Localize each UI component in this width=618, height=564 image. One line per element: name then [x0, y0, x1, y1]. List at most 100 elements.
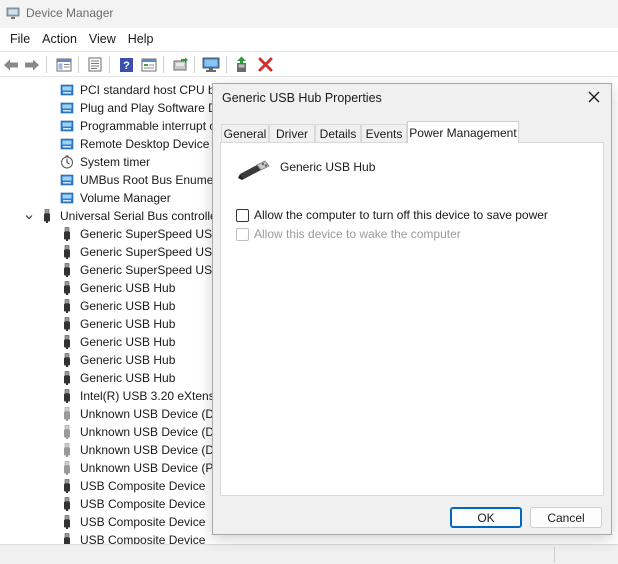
status-bar-divider [554, 547, 555, 563]
usb-hub-icon [238, 160, 270, 180]
tree-row-label: USB Composite Device [80, 515, 206, 529]
device-manager-icon [6, 7, 20, 19]
usb-plug-icon [60, 353, 74, 367]
tree-row-label: Unknown USB Device (De [80, 443, 221, 457]
window-title: Device Manager [26, 6, 114, 20]
allow-power-off-label[interactable]: Allow the computer to turn off this devi… [254, 208, 548, 222]
tree-row-label: Unknown USB Device (Po [80, 461, 221, 475]
menu-action[interactable]: Action [36, 30, 83, 48]
cancel-button[interactable]: Cancel [530, 507, 602, 528]
power-management-panel: Generic USB Hub Allow the computer to tu… [220, 142, 604, 496]
timer-icon [60, 155, 74, 169]
tree-row-label: Programmable interrupt c [80, 119, 216, 133]
toolbar: ? [0, 51, 618, 77]
menu-view[interactable]: View [83, 30, 122, 48]
properties-dialog: Generic USB Hub Properties General Drive… [212, 83, 612, 535]
tree-row-label: Generic SuperSpeed USB [80, 245, 221, 259]
tree-row-label: USB Composite Device [80, 497, 206, 511]
usb-plug-icon [60, 389, 74, 403]
tree-row-label: Generic SuperSpeed USB [80, 263, 221, 277]
device-view-icon[interactable] [140, 56, 158, 73]
toolbar-separator [78, 56, 79, 73]
usb-plug-icon [60, 299, 74, 313]
allow-wake-label: Allow this device to wake the computer [254, 227, 461, 241]
allow-wake-option: Allow this device to wake the computer [236, 226, 461, 242]
close-icon[interactable] [586, 89, 602, 105]
dialog-title: Generic USB Hub Properties [222, 91, 382, 105]
system-device-icon [60, 101, 74, 115]
tab-events[interactable]: Events [361, 124, 407, 143]
update-driver-icon[interactable] [171, 56, 189, 73]
tree-row-label: PCI standard host CPU br [80, 83, 219, 97]
usb-plug-icon [60, 335, 74, 349]
system-device-icon [60, 137, 74, 151]
usb-plug-icon [60, 245, 74, 259]
add-driver-icon[interactable] [233, 56, 251, 73]
status-bar [0, 544, 618, 564]
tree-row-label: System timer [80, 155, 151, 169]
toolbar-separator [194, 56, 195, 73]
tree-row-label: Intel(R) USB 3.20 eXtensib [80, 389, 225, 403]
system-device-icon [60, 191, 74, 205]
usb-plug-gray-icon [60, 407, 74, 421]
tree-row-label: Generic USB Hub [80, 335, 176, 349]
tree-row-label: Generic USB Hub [80, 371, 176, 385]
allow-wake-checkbox [236, 227, 249, 241]
menu-bar: File Action View Help [0, 28, 618, 50]
menu-help[interactable]: Help [122, 30, 160, 48]
uninstall-icon[interactable] [256, 56, 274, 73]
help-icon[interactable]: ? [117, 56, 135, 73]
tree-row-label: Generic USB Hub [80, 317, 176, 331]
toolbar-separator [109, 56, 110, 73]
usb-plug-icon [60, 263, 74, 277]
back-arrow-icon[interactable] [2, 56, 20, 73]
tab-general[interactable]: General [221, 124, 269, 143]
tree-row-label: Plug and Play Software D [80, 101, 217, 115]
usb-plug-icon [60, 317, 74, 331]
usb-plug-icon [60, 515, 74, 529]
tree-row-label: UMBus Root Bus Enumer [80, 173, 218, 187]
tree-row-label: USB Composite Device [80, 479, 206, 493]
show-hide-tree-icon[interactable] [55, 56, 73, 73]
tab-power-management[interactable]: Power Management [407, 121, 519, 143]
toolbar-separator [46, 56, 47, 73]
title-bar: Device Manager [0, 0, 618, 28]
usb-plug-icon [40, 209, 54, 223]
system-device-icon [60, 119, 74, 133]
ok-button[interactable]: OK [450, 507, 522, 528]
device-name: Generic USB Hub [280, 160, 376, 174]
tree-row-label: Unknown USB Device (De [80, 425, 221, 439]
usb-plug-gray-icon [60, 461, 74, 475]
forward-arrow-icon[interactable] [23, 56, 41, 73]
tree-row-label: Remote Desktop Device R [80, 137, 222, 151]
usb-plug-icon [60, 227, 74, 241]
properties-sheet-icon[interactable] [86, 56, 104, 73]
tree-row-label: Volume Manager [80, 191, 171, 205]
tab-driver[interactable]: Driver [269, 124, 315, 143]
toolbar-separator [226, 56, 227, 73]
tree-row-label: Universal Serial Bus controlle [60, 209, 217, 223]
usb-plug-gray-icon [60, 443, 74, 457]
tree-row-label: Generic USB Hub [80, 299, 176, 313]
tree-row-label: Generic USB Hub [80, 281, 176, 295]
tree-row-label: Generic USB Hub [80, 353, 176, 367]
system-device-icon [60, 173, 74, 187]
usb-plug-icon [60, 497, 74, 511]
usb-plug-icon [60, 533, 74, 544]
allow-power-off-option[interactable]: Allow the computer to turn off this devi… [236, 207, 548, 223]
svg-text:?: ? [123, 60, 130, 72]
tab-details[interactable]: Details [315, 124, 361, 143]
usb-plug-icon [60, 281, 74, 295]
usb-plug-icon [60, 479, 74, 493]
tree-row-label: Generic SuperSpeed USB [80, 227, 221, 241]
chevron-down-icon[interactable] [24, 211, 34, 221]
tree-row-label: Unknown USB Device (De [80, 407, 221, 421]
menu-file[interactable]: File [4, 30, 36, 48]
usb-plug-gray-icon [60, 425, 74, 439]
usb-plug-icon [60, 371, 74, 385]
monitor-icon[interactable] [202, 56, 220, 73]
allow-power-off-checkbox[interactable] [236, 208, 249, 222]
toolbar-separator [163, 56, 164, 73]
tree-row-label: USB Composite Device [80, 533, 206, 544]
system-device-icon [60, 83, 74, 97]
